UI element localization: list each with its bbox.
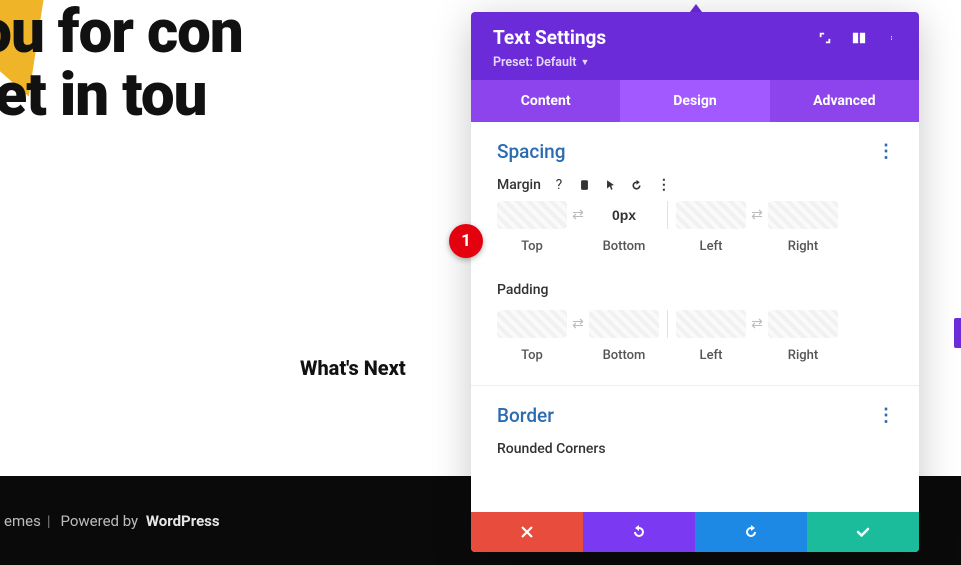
section-border-more-icon[interactable]: ⋮ [877, 405, 893, 426]
footer-powered-by: Powered by [60, 512, 138, 530]
padding-right-caption: Right [788, 348, 818, 363]
padding-top-caption: Top [521, 348, 543, 363]
caret-down-icon: ▼ [580, 57, 589, 68]
expand-icon[interactable] [817, 30, 833, 46]
margin-bottom-caption: Bottom [603, 239, 646, 254]
margin-right-caption: Right [788, 239, 818, 254]
section-border: Border ⋮ Rounded Corners [471, 386, 919, 465]
margin-inputs: Top ⇄ Bottom Left ⇄ Right [497, 201, 893, 254]
annotation-badge: 1 [449, 224, 483, 258]
preset-label: Preset: Default [493, 55, 576, 70]
link-top-bottom-icon[interactable]: ⇄ [567, 201, 589, 223]
rounded-corners-label: Rounded Corners [497, 441, 893, 457]
whats-next-heading: What's Next [300, 356, 406, 380]
padding-left-caption: Left [700, 348, 723, 363]
margin-top-caption: Top [521, 239, 543, 254]
tab-content[interactable]: Content [471, 80, 620, 122]
redo-button[interactable] [695, 512, 807, 552]
vertical-divider [667, 310, 668, 338]
snap-columns-icon[interactable] [851, 30, 867, 46]
vertical-divider [667, 201, 668, 229]
margin-more-icon[interactable]: ⋮ [655, 177, 671, 193]
padding-bottom-input[interactable] [589, 310, 659, 338]
section-title-border[interactable]: Border [497, 404, 554, 427]
section-title-spacing[interactable]: Spacing [497, 140, 566, 163]
footer-theme-text: emes [4, 512, 41, 530]
padding-link-lr-icon[interactable]: ⇄ [746, 310, 768, 332]
panel-action-bar [471, 512, 919, 552]
padding-right-input[interactable] [768, 310, 838, 338]
headline-line-1: nk you for con [0, 0, 243, 67]
undo-button[interactable] [583, 512, 695, 552]
padding-bottom-caption: Bottom [603, 348, 646, 363]
reset-icon[interactable] [629, 177, 645, 193]
help-icon[interactable]: ? [551, 177, 567, 193]
headline-line-2: 'e'll get in tou [0, 63, 243, 126]
panel-title: Text Settings [493, 26, 606, 49]
margin-bottom-input[interactable] [589, 201, 659, 229]
preset-selector[interactable]: Preset: Default ▼ [493, 55, 589, 70]
margin-left-caption: Left [700, 239, 723, 254]
annotation-number: 1 [461, 231, 471, 251]
tab-advanced[interactable]: Advanced [770, 80, 919, 122]
text-settings-panel: Text Settings Preset: Default ▼ Content … [471, 12, 919, 552]
padding-label: Padding [497, 282, 548, 298]
margin-top-input[interactable] [497, 201, 567, 229]
more-icon[interactable] [885, 30, 901, 46]
padding-left-input[interactable] [676, 310, 746, 338]
padding-top-input[interactable] [497, 310, 567, 338]
footer-separator: | [47, 512, 51, 530]
link-left-right-icon[interactable]: ⇄ [746, 201, 768, 223]
tab-design[interactable]: Design [620, 80, 769, 122]
discard-button[interactable] [471, 512, 583, 552]
margin-label: Margin [497, 177, 541, 193]
save-button[interactable] [807, 512, 919, 552]
margin-right-input[interactable] [768, 201, 838, 229]
padding-link-tb-icon[interactable]: ⇄ [567, 310, 589, 332]
panel-body[interactable]: Spacing ⋮ Margin ? ⋮ [471, 122, 919, 512]
panel-header[interactable]: Text Settings Preset: Default ▼ [471, 12, 919, 80]
section-spacing: Spacing ⋮ Margin ? ⋮ [471, 122, 919, 386]
page-headline: nk you for con 'e'll get in tou [0, 0, 243, 126]
hover-icon[interactable] [603, 177, 619, 193]
section-spacing-more-icon[interactable]: ⋮ [877, 141, 893, 162]
footer-wordpress-link[interactable]: WordPress [146, 512, 220, 530]
mobile-icon[interactable] [577, 177, 593, 193]
padding-inputs: Top ⇄ Bottom Left ⇄ Right [497, 310, 893, 363]
panel-tabs: Content Design Advanced [471, 80, 919, 122]
wireframe-handle[interactable] [954, 318, 961, 348]
margin-left-input[interactable] [676, 201, 746, 229]
panel-anchor-arrow [690, 4, 702, 12]
